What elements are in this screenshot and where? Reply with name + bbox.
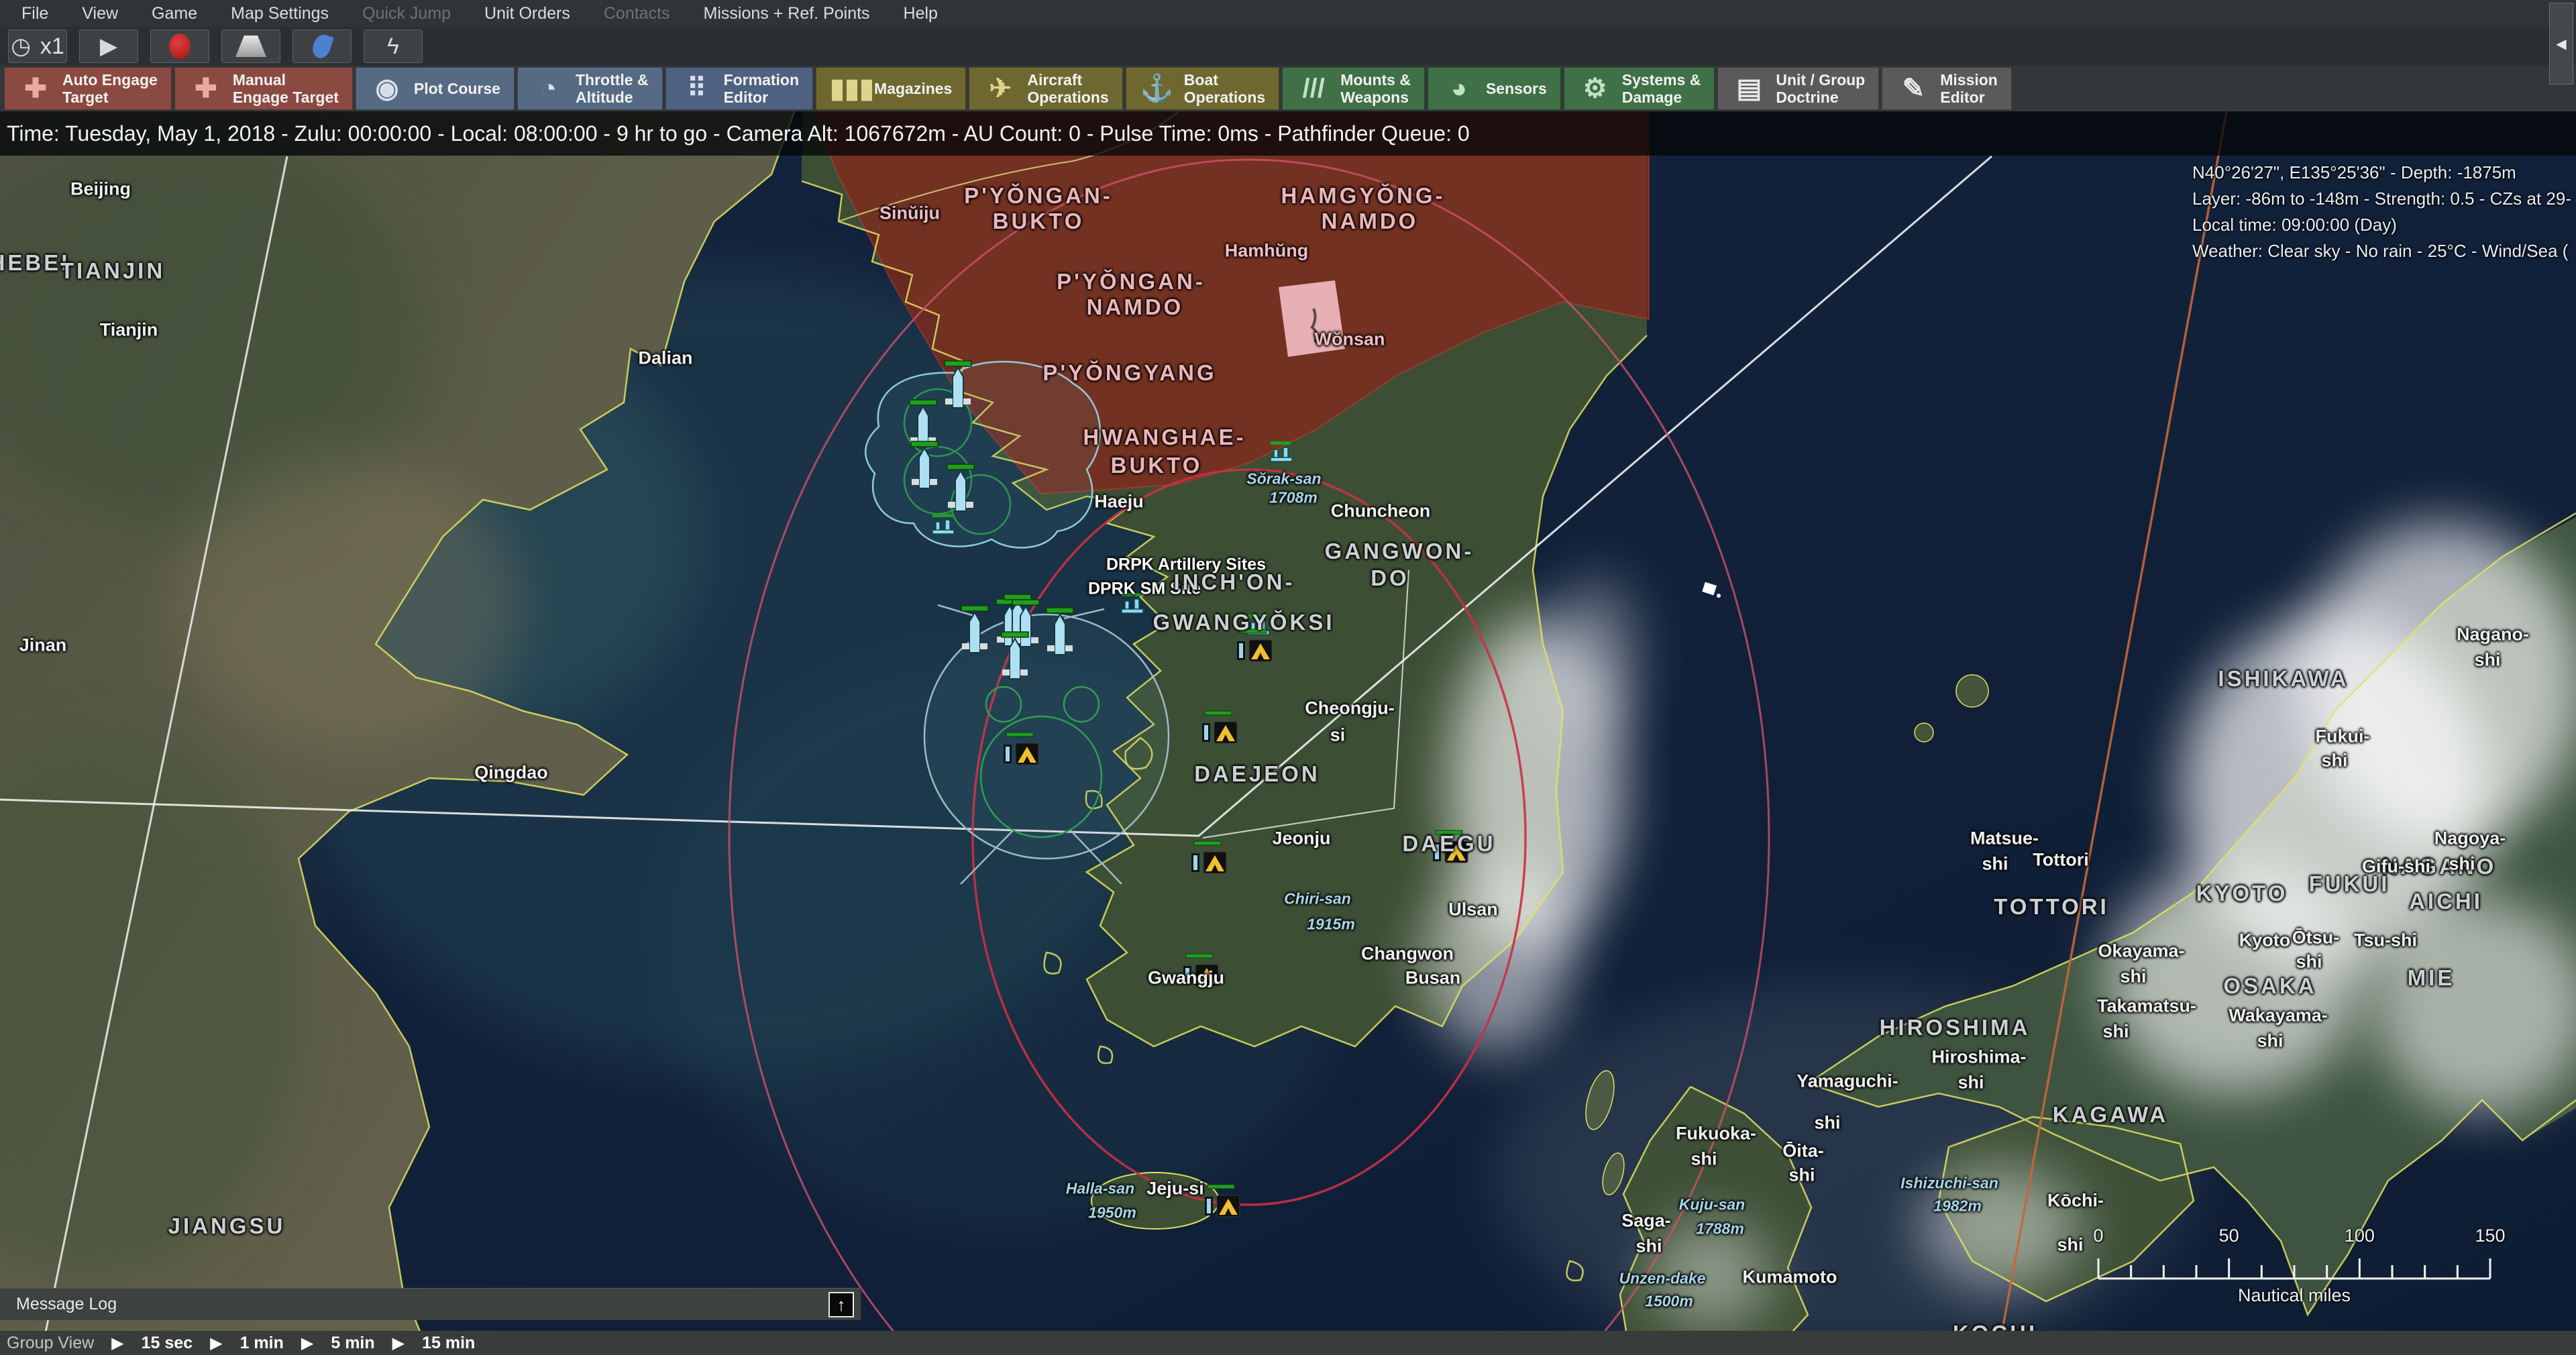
interval-15-min[interactable]: 15 min [422,1334,475,1353]
message-log-title: Message Log [0,1295,117,1314]
cmo-main-window: BeijingHEBEITIANJINTianjinDalianJinanQin… [0,0,2576,1355]
time-compression-value: x1 [40,34,64,60]
unit-orders-ribbon: ✚ Auto EngageTarget ✚ ManualEngage Target ◉ P… [0,66,2576,111]
mounts-weapons-button[interactable]: /// Mounts &Weapons [1282,67,1425,110]
auto-engage-target-label: Auto EngageTarget [62,71,158,106]
boat-operations-label: BoatOperations [1184,71,1265,106]
manual-engage-target-icon: ✚ [189,75,223,102]
menu-file[interactable]: File [9,4,60,23]
pointer-button[interactable] [292,30,352,63]
boat-operations-icon: ⚓ [1140,75,1175,102]
interval-1-min[interactable]: 1 min [240,1334,284,1353]
mission-editor-label: MissionEditor [1940,71,1998,106]
menu-help[interactable]: Help [892,4,950,23]
screenshot-button[interactable] [221,30,280,63]
tactical-map[interactable] [0,0,2576,1355]
info-position-depth: N40°26'27", E135°25'36" - Depth: -1875m [2192,160,2576,186]
bolt-icon: ϟ [387,35,399,58]
time-compression-button[interactable]: ◷ x1 [8,30,67,63]
record-button[interactable] [150,30,209,63]
mission-editor-button[interactable]: ✎ MissionEditor [1882,67,2012,110]
clock-icon: ◷ [11,35,31,58]
formation-editor-icon: ⠿ [680,75,714,102]
interval-5-min[interactable]: 5 min [331,1334,374,1353]
pulse-button[interactable]: ϟ [364,30,423,63]
sensors-label: Sensors [1486,80,1547,97]
menu-bar: File View Game Map Settings Quick Jump Unit O… [0,0,2576,27]
throttle-altitude-icon: ◔ [531,75,566,102]
unit-group-doctrine-label: Unit / GroupDoctrine [1776,71,1865,106]
boat-operations-button[interactable]: ⚓ BoatOperations [1126,67,1279,110]
menu-quick-jump[interactable]: Quick Jump [350,4,463,23]
play-arrow-icon[interactable]: ▶ [111,1334,123,1353]
flame-icon [310,32,334,60]
time-step-bar: Group View ▶ 15 sec ▶ 1 min ▶ 5 min ▶ 15 min [0,1331,2576,1355]
menu-unit-orders[interactable]: Unit Orders [472,4,582,23]
chevron-left-icon: ◀ [2556,36,2566,52]
systems-damage-label: Systems &Damage [1622,71,1701,106]
message-log-panel[interactable]: Message Log ↑ [0,1288,861,1320]
manual-engage-target-button[interactable]: ✚ ManualEngage Target [174,67,353,110]
throttle-altitude-label: Throttle &Altitude [576,71,649,106]
magazines-label: Magazines [874,80,952,97]
formation-editor-button[interactable]: ⠿ FormationEditor [665,67,813,110]
mission-editor-icon: ✎ [1896,75,1931,102]
systems-damage-button[interactable]: ⚙ Systems &Damage [1564,67,1715,110]
sim-control-toolbar: ◷ x1 ▶ ϟ [0,27,2576,66]
unit-group-doctrine-icon: ▤ [1731,75,1766,102]
play-button[interactable]: ▶ [79,30,138,63]
info-layer-strength: Layer: -86m to -148m - Strength: 0.5 - C… [2192,186,2576,212]
group-view-label: Group View [7,1334,94,1353]
formation-editor-label: FormationEditor [724,71,799,106]
play-arrow-icon[interactable]: ▶ [210,1334,222,1353]
menu-contacts[interactable]: Contacts [592,4,682,23]
play-arrow-icon[interactable]: ▶ [301,1334,313,1353]
wonsan-highlight [1279,280,1345,357]
magazines-button[interactable]: ▮▮▮ Magazines [816,67,966,110]
time-status-bar: Time: Tuesday, May 1, 2018 - Zulu: 00:00… [0,111,2576,156]
menu-game[interactable]: Game [140,4,209,23]
auto-engage-target-button[interactable]: ✚ Auto EngageTarget [4,67,172,110]
plot-course-label: Plot Course [414,80,500,97]
aircraft-operations-icon: ✈ [983,75,1018,102]
mounts-weapons-icon: /// [1296,75,1331,102]
play-arrow-icon[interactable]: ▶ [392,1334,405,1353]
auto-engage-target-icon: ✚ [18,75,53,102]
interval-15-sec[interactable]: 15 sec [142,1334,193,1353]
magazines-icon: ▮▮▮ [830,75,865,102]
play-icon: ▶ [100,35,117,58]
time-status-text: Time: Tuesday, May 1, 2018 - Zulu: 00:00… [0,121,1470,146]
unit-group-doctrine-button[interactable]: ▤ Unit / GroupDoctrine [1717,67,1879,110]
manual-engage-target-label: ManualEngage Target [233,71,339,106]
menu-map-settings[interactable]: Map Settings [219,4,341,23]
sensors-button[interactable]: ◕ Sensors [1428,67,1561,110]
plot-course-icon: ◉ [370,75,405,102]
collapse-panel-button[interactable]: ◀ [2549,3,2573,85]
mounts-weapons-label: Mounts &Weapons [1340,71,1411,106]
aircraft-operations-button[interactable]: ✈ AircraftOperations [969,67,1122,110]
cursor-info-overlay: N40°26'27", E135°25'36" - Depth: -1875m … [2192,160,2576,271]
arrow-up-icon: ↑ [837,1295,846,1315]
menu-missions-ref-points[interactable]: Missions + Ref. Points [692,4,882,23]
info-weather: Weather: Clear sky - No rain - 25°C - Wi… [2192,238,2576,264]
info-local-time: Local time: 09:00:00 (Day) [2192,212,2576,238]
message-log-expand-button[interactable]: ↑ [828,1292,854,1317]
menu-view[interactable]: View [70,4,130,23]
plot-course-button[interactable]: ◉ Plot Course [356,67,515,110]
record-icon [169,34,191,59]
aircraft-operations-label: AircraftOperations [1027,71,1108,106]
layers-icon [235,36,266,57]
sensors-icon: ◕ [1442,75,1477,102]
systems-damage-icon: ⚙ [1578,75,1613,102]
island-jeju [1091,1173,1219,1229]
throttle-altitude-button[interactable]: ◔ Throttle &Altitude [517,67,663,110]
